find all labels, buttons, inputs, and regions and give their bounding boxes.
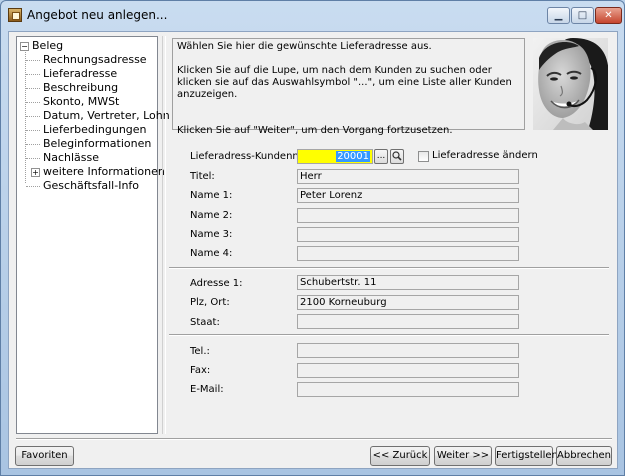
panel-splitter[interactable] — [162, 36, 166, 434]
tree-collapse-icon[interactable]: − — [20, 42, 29, 51]
tree-item-geschaeftsfall-info[interactable]: Geschäftsfall-Info — [43, 179, 139, 193]
adresse1-field: Schubertstr. 11 — [297, 275, 519, 290]
fax-field — [297, 363, 519, 378]
tree-connector — [26, 88, 40, 89]
tree-item-nachlaesse[interactable]: Nachlässe — [43, 151, 99, 165]
tree-connector — [26, 186, 40, 187]
tree-connector — [26, 130, 40, 131]
tree-expand-icon[interactable]: + — [31, 168, 40, 177]
tree-connector — [25, 52, 26, 183]
tree-item-skonto[interactable]: Skonto, MWSt — [43, 95, 119, 109]
section-divider — [169, 334, 609, 336]
titel-label: Titel: — [190, 171, 215, 182]
instruction-line-3: Klicken Sie auf "Weiter", um den Vorgang… — [177, 125, 453, 136]
back-button[interactable]: << Zurück — [370, 446, 430, 466]
tree-item-rechnungsadresse[interactable]: Rechnungsadresse — [43, 53, 147, 67]
footer-divider — [16, 438, 612, 440]
finish-button[interactable]: Fertigstellen — [495, 446, 558, 466]
ellipsis-icon: ... — [376, 151, 386, 161]
tree-item-datum[interactable]: Datum, Vertreter, Lohn — [43, 109, 170, 123]
email-label: E-Mail: — [190, 384, 224, 395]
minimize-icon: ▁ — [554, 10, 563, 21]
lieferadresse-aendern-label: Lieferadresse ändern — [432, 150, 538, 161]
tree-item-beleg[interactable]: Beleg — [32, 39, 63, 53]
email-field — [297, 382, 519, 397]
section-divider — [169, 267, 609, 269]
tel-label: Tel.: — [190, 346, 210, 357]
maximize-button[interactable]: □ — [571, 7, 594, 24]
name3-field — [297, 227, 519, 242]
adresse1-label: Adresse 1: — [190, 278, 243, 289]
tree-item-lieferbedingungen[interactable]: Lieferbedingungen — [43, 123, 147, 137]
dialog-window: Angebot neu anlegen... ▁ □ ✕ − Beleg Rec… — [0, 0, 625, 476]
instructions-panel: Wählen Sie hier die gewünschte Lieferadr… — [172, 38, 525, 136]
staat-label: Staat: — [190, 317, 220, 328]
tree-item-lieferadresse[interactable]: Lieferadresse — [43, 67, 117, 81]
kundennr-label: Lieferadress-Kundennr.: — [190, 151, 309, 162]
plzort-field: 2100 Korneuburg — [297, 295, 519, 310]
next-button[interactable]: Weiter >> — [434, 446, 492, 466]
name4-label: Name 4: — [190, 248, 233, 259]
kundennr-input[interactable]: 20001 — [297, 149, 373, 164]
close-icon: ✕ — [604, 10, 613, 21]
tree-connector — [26, 158, 40, 159]
cancel-button[interactable]: Abbrechen — [556, 446, 612, 466]
close-button[interactable]: ✕ — [595, 7, 622, 24]
customer-list-button[interactable]: ... — [374, 149, 388, 164]
tree-connector — [26, 116, 40, 117]
title-bar[interactable]: Angebot neu anlegen... ▁ □ ✕ — [1, 1, 624, 29]
name3-label: Name 3: — [190, 229, 233, 240]
customer-search-button[interactable] — [390, 149, 404, 164]
staat-field — [297, 314, 519, 329]
name2-label: Name 2: — [190, 210, 233, 221]
plzort-label: Plz, Ort: — [190, 297, 230, 308]
instruction-line-1: Wählen Sie hier die gewünschte Lieferadr… — [177, 41, 432, 52]
name1-field: Peter Lorenz — [297, 188, 519, 203]
fax-label: Fax: — [190, 365, 211, 376]
favoriten-button[interactable]: Favoriten — [15, 446, 74, 466]
tree-connector — [26, 60, 40, 61]
tree-connector — [26, 102, 40, 103]
name4-field — [297, 246, 519, 261]
minimize-button[interactable]: ▁ — [547, 7, 570, 24]
maximize-icon: □ — [577, 10, 588, 21]
tree-connector — [26, 74, 40, 75]
tree-item-weitere-informationen[interactable]: weitere Informationen — [43, 165, 165, 179]
magnifier-icon — [392, 151, 402, 161]
name2-field — [297, 208, 519, 223]
instruction-line-2: Klicken Sie auf die Lupe, um nach dem Ku… — [177, 65, 512, 100]
tree-connector — [26, 144, 40, 145]
titel-field: Herr — [297, 169, 519, 184]
navigation-tree[interactable]: − Beleg Rechnungsadresse Lieferadresse B… — [16, 36, 170, 434]
support-agent-photo — [533, 38, 608, 130]
lieferadresse-aendern-checkbox[interactable] — [418, 151, 429, 162]
tree-item-beleginformationen[interactable]: Beleginformationen — [43, 137, 151, 151]
name1-label: Name 1: — [190, 190, 233, 201]
kundennr-value: 20001 — [336, 151, 370, 162]
app-document-icon — [8, 8, 22, 22]
window-title: Angebot neu anlegen... — [27, 8, 168, 22]
tree-item-beschreibung[interactable]: Beschreibung — [43, 81, 118, 95]
dialog-client-area: − Beleg Rechnungsadresse Lieferadresse B… — [8, 31, 618, 469]
tel-field — [297, 343, 519, 358]
